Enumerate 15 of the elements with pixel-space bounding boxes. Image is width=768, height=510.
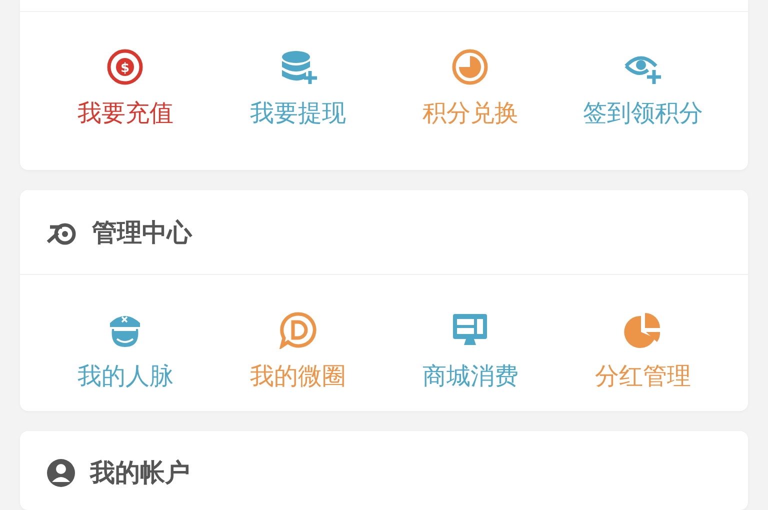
section-title: 管理中心 bbox=[92, 216, 192, 248]
chat-bubble-icon bbox=[278, 311, 317, 349]
user-icon bbox=[46, 458, 76, 488]
menu-item[interactable]: 积分兑换 bbox=[384, 48, 556, 128]
menu-item[interactable]: 我要提现 bbox=[212, 48, 384, 128]
menu-item[interactable]: 签到领积分 bbox=[556, 48, 729, 128]
menu-item[interactable]: $ 我要充值 bbox=[39, 48, 212, 128]
pie-chart-icon bbox=[624, 311, 662, 349]
menu-item[interactable]: 我的微圈 bbox=[212, 311, 384, 391]
menu-item[interactable]: 分红管理 bbox=[556, 311, 729, 391]
menu-item[interactable]: 商城消费 bbox=[384, 311, 556, 391]
section-title: 我的帐户 bbox=[90, 457, 190, 490]
timer-icon bbox=[451, 48, 490, 86]
menu-item[interactable]: 我的人脉 bbox=[39, 311, 212, 391]
dollar-icon: $ bbox=[106, 48, 144, 86]
